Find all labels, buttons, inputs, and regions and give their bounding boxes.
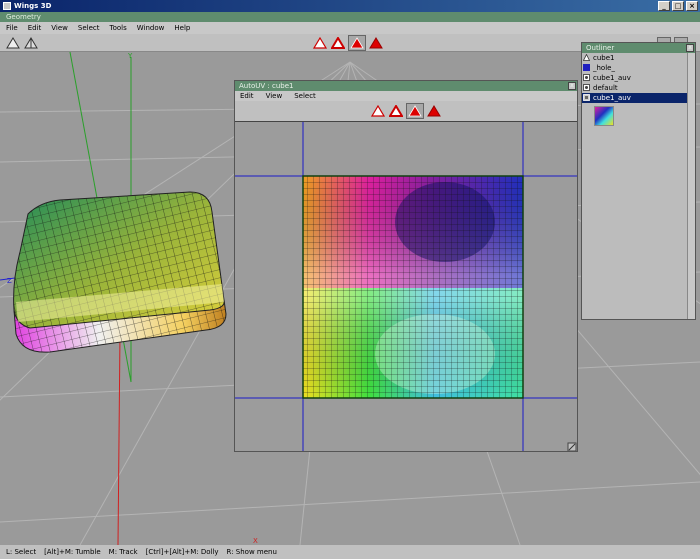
menu-view[interactable]: View [51,22,68,34]
menu-tools[interactable]: Tools [110,22,127,34]
outliner-item-hole[interactable]: _hole_ [582,63,695,73]
y-axis-label: Y [127,52,133,60]
menu-window[interactable]: Window [137,22,165,34]
app-titlebar: Wings 3D _ □ × [0,0,700,12]
autouv-menu-bar: Edit View Select [235,91,577,101]
minimize-button[interactable]: _ [658,1,670,11]
z-axis-label: Z [7,277,12,285]
menu-help[interactable]: Help [174,22,190,34]
status-menu-hint: R: Show menu [226,548,277,556]
perspective-view-icon[interactable] [6,37,20,49]
edge-mode-icon[interactable] [331,37,345,49]
menu-select[interactable]: Select [78,22,100,34]
material-icon [583,64,590,71]
uv-map-svg[interactable] [235,122,577,451]
outliner-panel[interactable]: Outliner x cube1 _hole_ cube1_auv defaul… [581,42,696,320]
outliner-scrollbar[interactable] [687,53,695,319]
face-mode-icon[interactable] [350,37,364,49]
autouv-menu-edit[interactable]: Edit [240,91,254,101]
status-select-hint: L: Select [6,548,37,556]
body-mode-icon[interactable] [369,37,383,49]
outliner-item-label: cube1 [593,54,615,62]
app-icon [3,2,11,10]
autouv-window[interactable]: AutoUV : cube1 x Edit View Select [234,80,578,452]
x-axis-label: X [253,537,258,545]
autouv-title: AutoUV : cube1 [239,82,294,90]
outliner-titlebar[interactable]: Outliner x [582,43,695,53]
close-button[interactable]: × [686,1,698,11]
status-dolly-hint: [Ctrl]+[Alt]+M: Dolly [145,548,219,556]
x-axis-line [117,331,121,545]
smooth-preview-icon[interactable] [24,37,38,49]
outliner-item-cube1[interactable]: cube1 [582,53,695,63]
outliner-item-label: cube1_auv [593,74,631,82]
status-track-hint: M: Track [108,548,138,556]
outliner-item-default[interactable]: default [582,83,695,93]
uv-edge-mode-icon[interactable] [389,105,403,117]
vertex-mode-icon[interactable] [313,37,327,49]
autouv-titlebar[interactable]: AutoUV : cube1 x [235,81,577,91]
app-title: Wings 3D [14,2,52,10]
cube-object[interactable] [13,191,227,353]
object-icon [583,54,590,61]
status-bar: L: Select [Alt]+M: Tumble M: Track [Ctrl… [0,545,700,559]
autouv-menu-view[interactable]: View [266,91,283,101]
uv-face-mode-icon[interactable] [408,105,422,117]
uv-body-mode-icon[interactable] [427,105,441,117]
menu-edit[interactable]: Edit [28,22,42,34]
outliner-item-cube1-auv-image[interactable]: cube1_auv [582,93,695,103]
texture-thumbnail[interactable] [594,106,614,126]
status-tumble-hint: [Alt]+M: Tumble [44,548,101,556]
menu-bar: File Edit View Select Tools Window Help [0,22,700,34]
menu-file[interactable]: File [6,22,18,34]
uv-resize-grip[interactable] [567,442,577,451]
outliner-item-label: cube1_auv [593,94,631,102]
autouv-menu-select[interactable]: Select [294,91,316,101]
geometry-label: Geometry [6,13,41,21]
image-icon [583,94,590,101]
material-icon [583,74,590,81]
material-icon [583,84,590,91]
uv-vertex-mode-icon[interactable] [371,105,385,117]
outliner-item-cube1-auv[interactable]: cube1_auv [582,73,695,83]
outliner-title: Outliner [586,44,615,52]
outliner-item-label: _hole_ [593,64,615,72]
outliner-item-label: default [593,84,618,92]
maximize-button[interactable]: □ [672,1,684,11]
autouv-close-button[interactable]: x [568,82,576,90]
uv-editor-canvas[interactable] [235,121,577,451]
autouv-toolbar [235,101,577,121]
uv-island[interactable] [302,175,524,399]
geometry-bar: Geometry [0,12,700,22]
outliner-close-button[interactable]: x [686,44,694,52]
